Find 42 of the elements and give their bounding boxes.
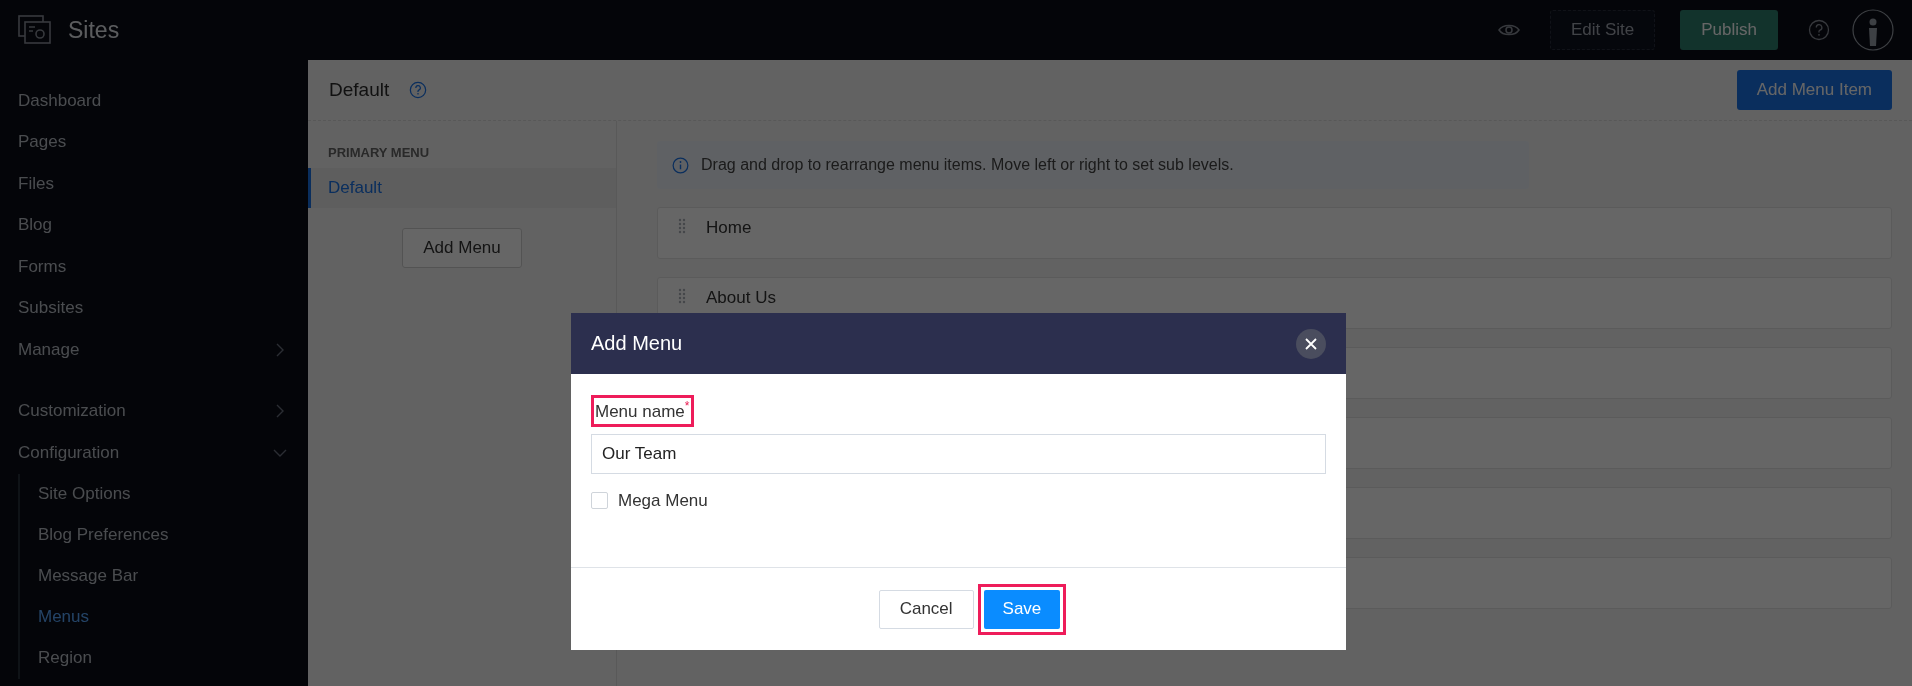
menu-item-row[interactable]: Home <box>657 207 1892 259</box>
menu-item-label: Home <box>706 218 752 238</box>
menu-list-item[interactable]: Default <box>308 168 616 208</box>
app-title: Sites <box>68 16 120 44</box>
page-title: Default <box>329 79 390 101</box>
sidebar-subitem[interactable]: Menus <box>20 596 308 638</box>
sidebar-subitem[interactable]: Region <box>20 637 308 679</box>
sidebar-item[interactable]: Dashboard <box>0 80 308 122</box>
help-icon <box>1808 19 1830 41</box>
sites-logo-icon <box>18 15 52 45</box>
sidebar-item[interactable]: Configuration <box>0 432 308 474</box>
menu-item-label: About Us <box>706 288 776 308</box>
cancel-button[interactable]: Cancel <box>878 589 974 629</box>
publish-button[interactable]: Publish <box>1680 10 1778 50</box>
add-menu-button[interactable]: Add Menu <box>402 228 522 268</box>
drag-handle-icon <box>678 288 686 304</box>
drag-handle-icon <box>678 218 686 234</box>
eye-icon <box>1497 23 1520 37</box>
sidebar-subitem[interactable]: Message Bar <box>20 555 308 597</box>
sidebar-item[interactable]: Manage <box>0 329 308 371</box>
close-icon <box>1305 337 1317 350</box>
sidebar-item[interactable]: Pages <box>0 121 308 163</box>
sidebar-subitem[interactable]: Site Options <box>20 473 308 515</box>
edit-site-button[interactable]: Edit Site <box>1549 10 1656 50</box>
save-button[interactable]: Save <box>983 589 1061 629</box>
sidebar-item[interactable]: Subsites <box>0 287 308 329</box>
checkbox-label: Mega Menu <box>618 490 708 511</box>
add-menu-item-button[interactable]: Add Menu Item <box>1736 70 1892 110</box>
close-button[interactable] <box>1296 328 1326 359</box>
field-label: Menu name$^{*}$ <box>595 399 690 422</box>
sidebar-item[interactable]: Files <box>0 163 308 205</box>
dialog-title: Add Menu <box>591 332 683 355</box>
sidebar-item[interactable]: Blog <box>0 204 308 246</box>
section-title: PRIMARY MENU <box>327 145 431 160</box>
info-icon <box>672 156 689 174</box>
help-icon <box>409 81 428 99</box>
sidebar-item[interactable]: Customization <box>0 390 308 432</box>
sidebar-subitem[interactable]: Blog Preferences <box>20 514 308 556</box>
sidebar-item[interactable]: Forms <box>0 246 308 288</box>
menu-name-field[interactable]: Our Team <box>591 433 1326 474</box>
info-text: Drag and drop to rearrange menu items. Move left or right to set sub levels. <box>701 156 1234 174</box>
mega-menu-checkbox[interactable] <box>591 492 608 510</box>
